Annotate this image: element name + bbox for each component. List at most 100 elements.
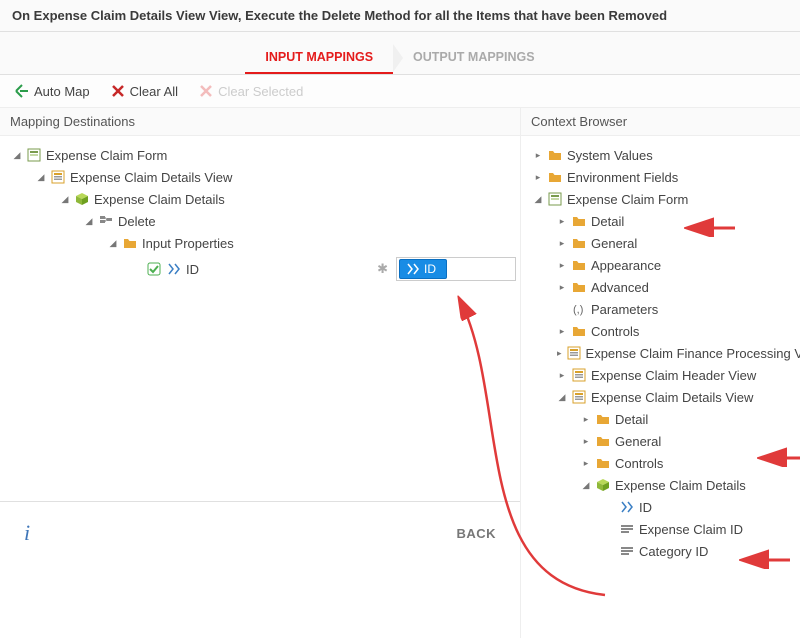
tree-node-controls[interactable]: ▸ Controls (525, 320, 796, 342)
tree-node-form[interactable]: ◢ Expense Claim Form (4, 144, 516, 166)
node-label: Advanced (591, 280, 649, 295)
context-browser-tree: ▸ System Values ▸ Environment Fields ◢ E… (521, 136, 800, 638)
node-label: Expense Claim Details (94, 192, 225, 207)
required-star: ✱ (377, 261, 388, 277)
expander-icon[interactable]: ▸ (557, 238, 567, 248)
node-label: Controls (615, 456, 663, 471)
tree-node-controls2[interactable]: ▸ Controls (525, 452, 796, 474)
tree-node-details-view[interactable]: ◢ Expense Claim Details View (525, 386, 796, 408)
expander-icon[interactable]: ▸ (533, 172, 543, 182)
auto-map-icon (14, 83, 30, 99)
tree-node-env-fields[interactable]: ▸ Environment Fields (525, 166, 796, 188)
folder-icon (571, 235, 587, 251)
tree-node-system-values[interactable]: ▸ System Values (525, 144, 796, 166)
text-field-icon (619, 543, 635, 559)
tree-node-appearance[interactable]: ▸ Appearance (525, 254, 796, 276)
chip-label: ID (424, 262, 436, 276)
clear-x-icon (110, 83, 126, 99)
node-label: Expense Claim Header View (591, 368, 756, 383)
node-label: Expense Claim Form (46, 148, 167, 163)
tree-node-general[interactable]: ▸ General (525, 232, 796, 254)
node-label: Delete (118, 214, 156, 229)
expander-icon[interactable]: ▸ (557, 216, 567, 226)
expander-icon[interactable]: ▸ (557, 260, 567, 270)
tree-node-general2[interactable]: ▸ General (525, 430, 796, 452)
info-icon[interactable]: i (24, 520, 30, 546)
expander-icon[interactable]: ◢ (84, 216, 94, 226)
tree-node-ecd[interactable]: ◢ Expense Claim Details (525, 474, 796, 496)
mapping-destinations-header: Mapping Destinations (0, 108, 520, 136)
form-icon (547, 191, 563, 207)
auto-map-button[interactable]: Auto Map (8, 81, 96, 101)
tab-output-mappings[interactable]: OUTPUT MAPPINGS (393, 44, 555, 74)
tree-node-id[interactable]: ▸ ID (525, 496, 796, 518)
clear-selected-button: Clear Selected (192, 81, 309, 101)
tree-node-view[interactable]: ◢ Expense Claim Details View (4, 166, 516, 188)
tabs-inner: INPUT MAPPINGS OUTPUT MAPPINGS (245, 44, 554, 74)
tree-node-form[interactable]: ◢ Expense Claim Form (525, 188, 796, 210)
back-button[interactable]: BACK (456, 526, 496, 541)
view-icon (571, 367, 587, 383)
folder-icon (595, 455, 611, 471)
parameters-icon: (,) (571, 301, 587, 317)
expander-icon[interactable]: ▸ (533, 150, 543, 160)
expander-icon[interactable]: ◢ (12, 150, 22, 160)
page-title: On Expense Claim Details View View, Exec… (12, 8, 667, 23)
expander-icon[interactable]: ◢ (108, 238, 118, 248)
node-label: Expense Claim Details View (70, 170, 232, 185)
node-label: System Values (567, 148, 653, 163)
cube-icon (595, 477, 611, 493)
folder-icon (547, 169, 563, 185)
expander-icon[interactable]: ▸ (557, 282, 567, 292)
auto-map-label: Auto Map (34, 84, 90, 99)
tree-node-detail2[interactable]: ▸ Detail (525, 408, 796, 430)
folder-icon (571, 323, 587, 339)
tree-node-detail[interactable]: ▸ Detail (525, 210, 796, 232)
tree-node-advanced[interactable]: ▸ Advanced (525, 276, 796, 298)
tab-input-mappings[interactable]: INPUT MAPPINGS (245, 44, 393, 74)
context-browser-pane: Context Browser ▸ System Values ▸ Enviro… (520, 108, 800, 638)
node-label: General (591, 236, 637, 251)
mapped-chip-id[interactable]: ID (399, 259, 447, 279)
tree-node-parameters[interactable]: ▸ (,) Parameters (525, 298, 796, 320)
expander-icon[interactable]: ▸ (581, 436, 591, 446)
expander-icon[interactable]: ▸ (581, 458, 591, 468)
tree-node-ecid[interactable]: ▸ Expense Claim ID (525, 518, 796, 540)
folder-icon (595, 433, 611, 449)
view-icon (571, 389, 587, 405)
expander-icon[interactable]: ▸ (557, 348, 562, 358)
tree-node-header-view[interactable]: ▸ Expense Claim Header View (525, 364, 796, 386)
clear-selected-icon (198, 83, 214, 99)
mapping-drop-zone[interactable]: ID (396, 257, 516, 281)
tree-node-finance-view[interactable]: ▸ Expense Claim Finance Processing Vi (525, 342, 796, 364)
node-label: Category ID (639, 544, 708, 559)
node-label: Parameters (591, 302, 658, 317)
node-label: Detail (591, 214, 624, 229)
folder-icon (571, 213, 587, 229)
field-icon (166, 261, 182, 277)
expander-icon[interactable]: ▸ (557, 370, 567, 380)
node-label: Expense Claim Finance Processing Vi (586, 346, 800, 361)
expander-icon[interactable]: ◢ (581, 480, 591, 490)
tree-node-smartobject[interactable]: ◢ Expense Claim Details (4, 188, 516, 210)
folder-icon (122, 235, 138, 251)
expander-icon[interactable]: ◢ (36, 172, 46, 182)
clear-all-button[interactable]: Clear All (104, 81, 184, 101)
expander-icon[interactable]: ◢ (533, 194, 543, 204)
header-bar: On Expense Claim Details View View, Exec… (0, 0, 800, 32)
tree-node-input-props[interactable]: ◢ Input Properties (4, 232, 516, 254)
view-icon (50, 169, 66, 185)
footer-bar: i BACK (0, 501, 520, 564)
tree-node-catid[interactable]: ▸ Category ID (525, 540, 796, 562)
folder-icon (571, 279, 587, 295)
expander-icon[interactable]: ◢ (557, 392, 567, 402)
tree-node-id-field[interactable]: ▸ ID ✱ ID (4, 254, 516, 284)
node-label: Detail (615, 412, 648, 427)
expander-icon[interactable]: ▸ (557, 326, 567, 336)
folder-icon (571, 257, 587, 273)
node-label: ID (639, 500, 652, 515)
expander-icon[interactable]: ▸ (581, 414, 591, 424)
expander-icon[interactable]: ◢ (60, 194, 70, 204)
tree-node-method[interactable]: ◢ Delete (4, 210, 516, 232)
node-label: Expense Claim ID (639, 522, 743, 537)
